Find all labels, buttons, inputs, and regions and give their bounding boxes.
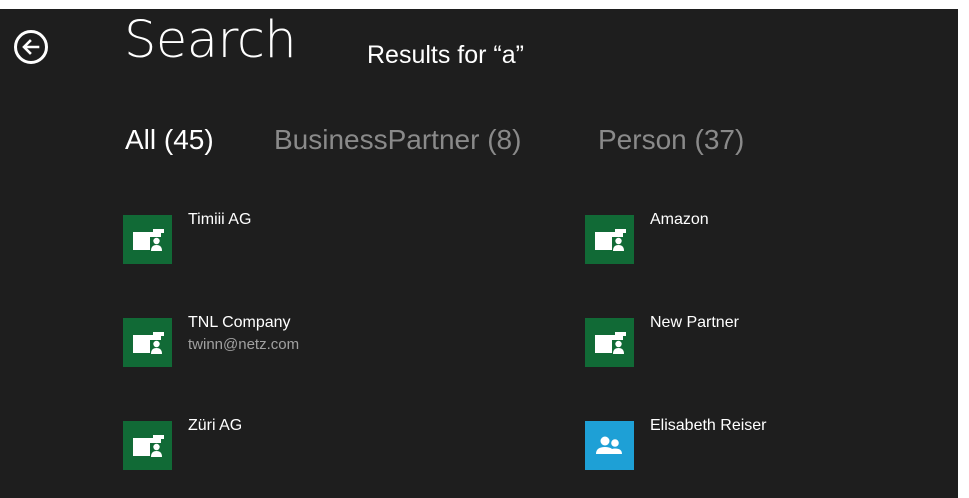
back-button[interactable]	[14, 30, 48, 64]
result-name: Elisabeth Reiser	[650, 417, 767, 434]
result-item[interactable]: Züri AG	[123, 417, 463, 477]
business-partner-icon	[133, 435, 164, 457]
result-name: Amazon	[650, 211, 709, 228]
person-tile	[585, 421, 634, 470]
business-partner-tile	[123, 215, 172, 264]
result-name: TNL Company	[188, 314, 291, 331]
filter-businesspartner[interactable]: BusinessPartner (8)	[274, 123, 521, 157]
search-results-page: Search Results for “a” All (45) Business…	[0, 9, 958, 498]
filter-all[interactable]: All (45)	[125, 123, 214, 157]
person-group-icon	[596, 436, 622, 454]
result-item[interactable]: TNL Company twinn@netz.com	[123, 314, 463, 374]
business-partner-tile	[123, 421, 172, 470]
business-partner-tile	[123, 318, 172, 367]
results-subtitle: Results for “a”	[367, 41, 524, 69]
business-partner-icon	[133, 229, 164, 251]
page-title: Search	[124, 11, 297, 70]
business-partner-icon	[595, 332, 626, 354]
business-partner-icon	[133, 332, 164, 354]
result-item[interactable]: New Partner	[585, 314, 925, 374]
result-detail: twinn@netz.com	[188, 336, 300, 353]
result-name: Züri AG	[188, 417, 243, 434]
business-partner-tile	[585, 318, 634, 367]
business-partner-tile	[585, 215, 634, 264]
result-item[interactable]: Elisabeth Reiser	[585, 417, 925, 477]
result-item[interactable]: Amazon	[585, 211, 925, 271]
result-item[interactable]: Timiii AG	[123, 211, 463, 271]
business-partner-icon	[595, 229, 626, 251]
back-arrow-icon	[22, 39, 40, 55]
result-name: New Partner	[650, 314, 739, 331]
filter-person[interactable]: Person (37)	[598, 123, 744, 157]
result-name: Timiii AG	[188, 211, 252, 228]
